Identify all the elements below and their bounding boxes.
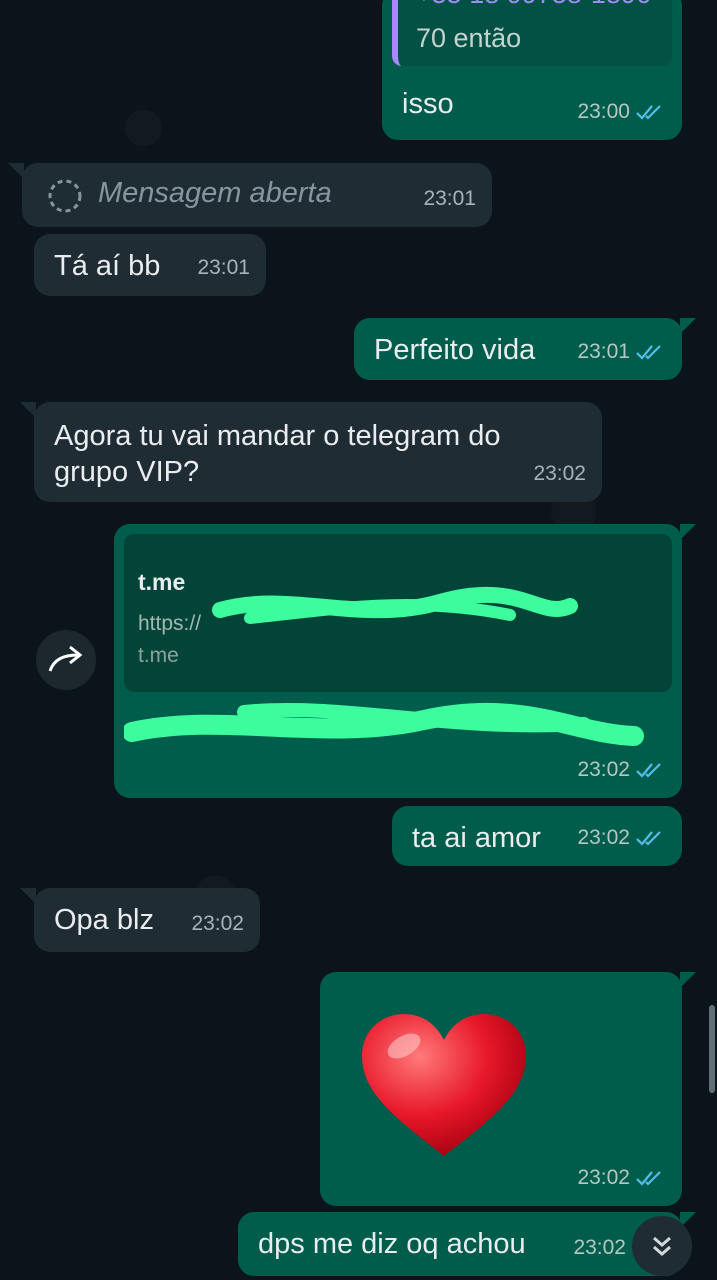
scroll-to-bottom-button[interactable] xyxy=(632,1216,692,1276)
message-bubble-incoming[interactable]: Tá aí bb 23:01 xyxy=(34,234,266,296)
message-time: 23:01 xyxy=(577,340,630,363)
message-meta: 23:00 xyxy=(577,94,666,130)
message-text: Perfeito vida xyxy=(374,334,536,366)
message-meta: 23:01 xyxy=(577,334,666,370)
link-domain: t.me xyxy=(138,644,179,667)
message-text-line-2: grupo VIP? xyxy=(54,456,200,488)
quoted-sender: +55 18 99758-1896 xyxy=(416,0,651,12)
message-time: 23:00 xyxy=(577,100,630,123)
message-time: 23:01 xyxy=(197,256,250,279)
message-text-line-1: Agora tu vai mandar o telegram do xyxy=(54,420,501,452)
double-check-icon xyxy=(636,105,661,120)
message-bubble-outgoing[interactable]: +55 18 99758-1896 70 então isso 23:00 xyxy=(382,0,682,140)
message-bubble-outgoing[interactable]: ta ai amor 23:02 xyxy=(392,806,682,866)
message-text: Opa blz xyxy=(54,904,154,936)
double-check-icon xyxy=(636,831,661,846)
bubble-tail xyxy=(20,402,36,418)
double-check-icon xyxy=(636,345,661,360)
message-meta: 23:02 xyxy=(577,752,666,788)
bubble-tail xyxy=(8,163,24,179)
message-meta: 23:02 xyxy=(577,820,666,856)
message-bubble-incoming[interactable]: Mensagem aberta 23:01 xyxy=(8,163,492,227)
quoted-text: 70 então xyxy=(416,23,522,53)
message-time: 23:01 xyxy=(423,187,476,210)
redaction-scribble xyxy=(124,702,644,746)
message-bubble-incoming[interactable]: Opa blz 23:02 xyxy=(20,888,260,952)
link-url: https:// xyxy=(138,612,202,635)
message-time: 23:02 xyxy=(577,826,630,849)
bubble-tail xyxy=(680,318,696,334)
scrollbar-thumb[interactable] xyxy=(709,1005,715,1093)
message-time: 23:02 xyxy=(533,462,586,485)
quoted-message[interactable]: +55 18 99758-1896 70 então xyxy=(392,0,672,66)
message-bubble-incoming[interactable]: Agora tu vai mandar o telegram do grupo … xyxy=(20,402,602,502)
message-time: 23:02 xyxy=(577,758,630,781)
message-meta: 23:02 xyxy=(191,906,244,942)
message-time: 23:02 xyxy=(191,912,244,935)
message-bubble-outgoing[interactable]: Perfeito vida 23:01 xyxy=(354,318,696,380)
message-bubble-outgoing[interactable]: dps me diz oq achou 23:02 xyxy=(238,1212,696,1276)
message-text: Tá aí bb xyxy=(54,250,161,282)
message-time: 23:02 xyxy=(577,1166,630,1189)
message-text: dps me diz oq achou xyxy=(258,1228,526,1260)
double-check-icon xyxy=(636,763,661,778)
message-meta: 23:02 xyxy=(573,1230,626,1266)
message-meta: 23:01 xyxy=(197,250,250,286)
heart-emoji xyxy=(362,1014,526,1156)
double-check-icon xyxy=(636,1171,661,1186)
message-meta: 23:02 xyxy=(577,1160,666,1196)
message-bubble-outgoing[interactable]: 23:02 xyxy=(320,972,696,1206)
message-meta: 23:01 xyxy=(423,181,476,217)
bubble-tail xyxy=(20,888,36,904)
redaction-scribble xyxy=(212,586,578,624)
forward-button[interactable] xyxy=(36,630,96,690)
link-title: t.me xyxy=(138,569,186,595)
message-text: isso xyxy=(402,88,454,120)
view-once-icon xyxy=(48,179,82,213)
chevron-double-down-icon xyxy=(653,1236,671,1256)
message-time: 23:02 xyxy=(573,1236,626,1259)
bubble-tail xyxy=(680,972,696,988)
message-text: Mensagem aberta xyxy=(98,177,332,209)
forward-icon xyxy=(48,645,83,672)
bubble-tail xyxy=(680,524,696,540)
message-meta: 23:02 xyxy=(533,456,586,492)
message-text: ta ai amor xyxy=(412,822,541,854)
message-bubble-outgoing[interactable]: t.me https:// t.me 23:02 xyxy=(114,524,696,798)
